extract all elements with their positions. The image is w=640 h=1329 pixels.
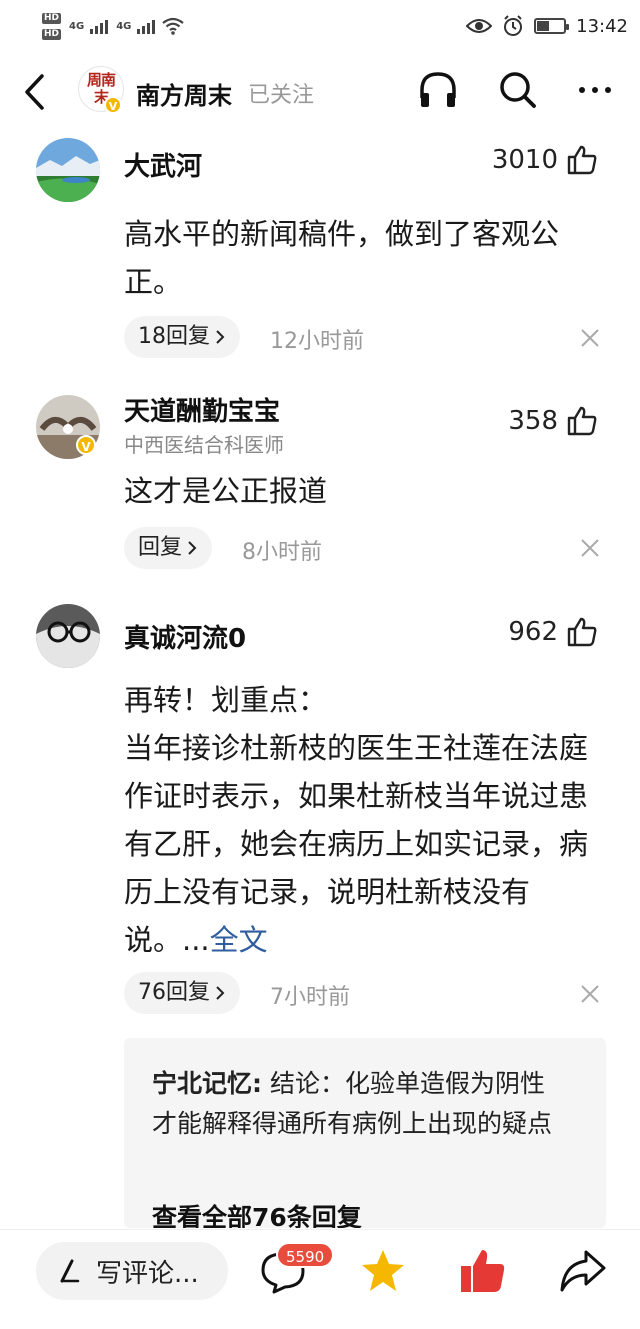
comment-time: 7小时前 xyxy=(270,985,350,1010)
like-icon[interactable] xyxy=(458,1246,508,1296)
avatar[interactable] xyxy=(36,138,100,202)
close-icon[interactable] xyxy=(578,536,602,560)
comment-item: V 天道酬勤宝宝 中西医结合科医师 358 这才是公正报道 回复 8小时前 xyxy=(0,385,640,585)
network-type-2: 4G xyxy=(116,20,132,32)
pen-icon xyxy=(60,1259,80,1283)
comment-username[interactable]: 大武河 xyxy=(124,146,202,183)
verified-badge-icon: V xyxy=(104,96,122,114)
comment-text: 高水平的新闻稿件，做到了客观公正。 xyxy=(124,217,560,299)
reply-label: 76回复 xyxy=(138,980,210,1005)
reply-preview[interactable]: 宁北记忆: 结论：化验单造假为阴性才能解释得通所有病例上出现的疑点 查看全部76… xyxy=(124,1038,606,1228)
search-icon[interactable] xyxy=(496,68,540,112)
alarm-icon xyxy=(504,15,523,36)
share-icon[interactable] xyxy=(558,1246,608,1296)
signal-icon-2 xyxy=(137,18,156,34)
reply-label: 18回复 xyxy=(138,324,210,349)
chevron-right-icon xyxy=(188,541,197,555)
star-icon[interactable] xyxy=(358,1246,408,1296)
write-comment-input[interactable]: 写评论... xyxy=(36,1242,228,1300)
comment-text: 再转！划重点： 当年接诊杜新枝的医生王社莲在法庭作证时表示，如果杜新枝当年说过患… xyxy=(124,676,604,964)
like-count-button[interactable]: 962 xyxy=(508,616,598,648)
avatar[interactable] xyxy=(36,604,100,668)
network-type-1: 4G xyxy=(69,20,85,32)
chevron-right-icon xyxy=(216,330,225,344)
like-count-button[interactable]: 358 xyxy=(508,405,598,437)
battery-icon xyxy=(534,18,570,34)
reply-preview-user[interactable]: 宁北记忆: xyxy=(152,1069,262,1098)
publisher-name[interactable]: 南方周末 xyxy=(136,76,232,111)
reply-button[interactable]: 18回复 xyxy=(124,316,240,358)
like-count-button[interactable]: 3010 xyxy=(492,144,598,176)
view-all-replies-link[interactable]: 查看全部76条回复 xyxy=(152,1198,362,1228)
thumbs-up-icon xyxy=(567,406,597,436)
signal-icon xyxy=(90,18,109,34)
user-title: 中西医结合科医师 xyxy=(124,433,284,457)
comment-count-badge: 5590 xyxy=(276,1242,335,1268)
status-right: 13:42 xyxy=(466,13,628,39)
clock: 13:42 xyxy=(576,15,628,37)
like-count: 962 xyxy=(508,617,558,647)
wifi-icon xyxy=(162,17,185,35)
more-icon[interactable] xyxy=(574,68,618,112)
comment-time: 12小时前 xyxy=(270,329,364,354)
comment-item: 大武河 3010 高水平的新闻稿件，做到了客观公正。 18回复 12小时前 xyxy=(0,130,640,370)
status-left: HD HD 4G 4G xyxy=(42,8,185,44)
thumbs-up-icon xyxy=(567,617,597,647)
like-count: 3010 xyxy=(491,145,558,175)
follow-status[interactable]: 已关注 xyxy=(248,77,314,109)
full-text-link[interactable]: 全文 xyxy=(210,923,268,957)
comment-time: 8小时前 xyxy=(242,540,322,565)
close-icon[interactable] xyxy=(578,982,602,1006)
reply-preview-text: 宁北记忆: 结论：化验单造假为阴性才能解释得通所有病例上出现的疑点 xyxy=(152,1064,552,1144)
eye-icon xyxy=(466,19,493,33)
comment-body: 再转！划重点： 当年接诊杜新枝的医生王社莲在法庭作证时表示，如果杜新枝当年说过患… xyxy=(124,683,589,957)
comment-username[interactable]: 天道酬勤宝宝 xyxy=(124,391,280,428)
comment-username[interactable]: 真诚河流0 xyxy=(124,618,246,655)
reply-label: 回复 xyxy=(138,535,183,560)
top-nav-bar: 周南末 V 南方周末 已关注 xyxy=(0,60,640,124)
back-arrow-icon[interactable] xyxy=(18,70,54,114)
comment-text: 这才是公正报道 xyxy=(124,474,328,508)
headphones-icon[interactable] xyxy=(416,68,460,112)
chevron-right-icon xyxy=(216,986,225,1000)
bottom-action-bar: 写评论... 5590 xyxy=(0,1229,640,1329)
reply-button[interactable]: 76回复 xyxy=(124,972,240,1014)
write-comment-placeholder: 写评论... xyxy=(96,1258,199,1289)
status-bar: HD HD 4G 4G 13:42 xyxy=(0,0,640,52)
reply-button[interactable]: 回复 xyxy=(124,527,213,569)
close-icon[interactable] xyxy=(578,326,602,350)
hd-badge-1: HD xyxy=(42,12,62,24)
thumbs-up-icon xyxy=(567,145,597,175)
verified-badge-icon: V xyxy=(76,435,96,455)
hd-badge-2: HD xyxy=(42,28,62,40)
like-count: 358 xyxy=(508,406,558,436)
